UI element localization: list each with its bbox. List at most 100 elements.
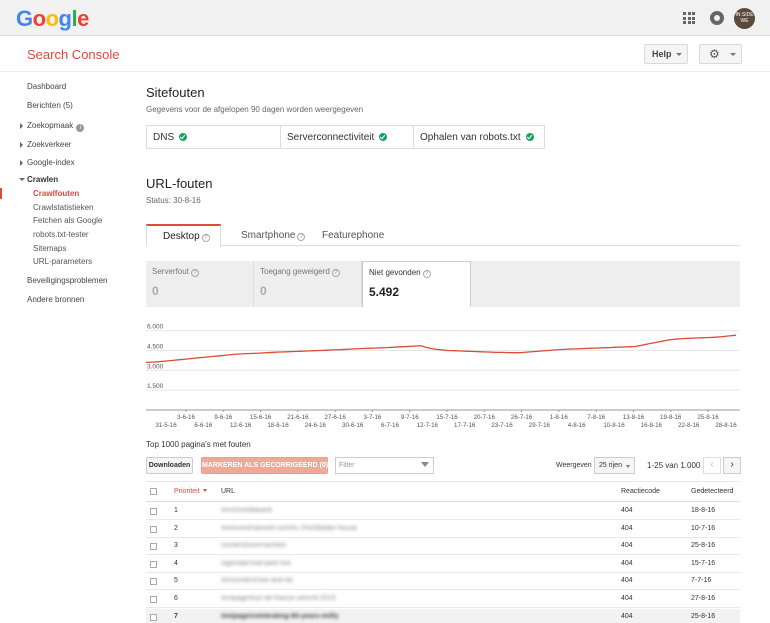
app-title[interactable]: Search Console — [27, 47, 120, 62]
url-cell[interactable]: /en/content/see-and-do — [221, 577, 293, 584]
row-checkbox[interactable] — [150, 543, 157, 551]
logo-letter: o — [32, 6, 46, 31]
status-cell-dns: DNS — [147, 126, 281, 148]
status-cell-server: Serverconnectiviteit — [281, 126, 414, 148]
row-checkbox[interactable] — [150, 578, 157, 586]
sidebar-item-other-resources[interactable]: Andere bronnen — [27, 295, 84, 304]
sidebar-subitem-crawl-errors[interactable]: Crawlfouten — [33, 189, 79, 198]
x-tick-label: 29-7-16 — [529, 422, 551, 428]
download-button[interactable]: Downloaden — [146, 457, 193, 474]
x-tick-label: 13-8-16 — [623, 414, 645, 421]
column-detected[interactable]: Gedetecteerd — [691, 488, 733, 495]
sidebar-subitem-sitemaps[interactable]: Sitemaps — [33, 244, 66, 253]
filter-input[interactable]: Filter — [335, 457, 434, 474]
y-tick-label: 6.000 — [147, 324, 164, 331]
column-response-code[interactable]: Reactiecode — [621, 488, 660, 495]
metric-access-denied[interactable]: Toegang geweigerd? 0 — [254, 261, 362, 307]
x-tick-label: 19-8-16 — [660, 414, 682, 421]
sidebar-subitem-crawl-stats[interactable]: Crawlstatistieken — [33, 203, 93, 212]
google-logo[interactable]: Google — [16, 6, 89, 32]
top-bar: Google IN SIDE WE — [0, 0, 770, 36]
table-row[interactable]: 4/agenda/rural-park-live 404 15-7-16 — [146, 556, 740, 573]
x-tick-label: 16-8-16 — [641, 422, 663, 428]
sidebar-subitem-url-parameters[interactable]: URL-parameters — [33, 257, 92, 266]
avatar[interactable]: IN SIDE WE — [734, 8, 755, 29]
priority-cell: 3 — [174, 542, 178, 550]
row-checkbox[interactable] — [150, 508, 157, 515]
chevron-right-icon — [20, 123, 23, 129]
logo-letter: g — [58, 6, 72, 31]
tab-label: Desktop — [163, 231, 200, 242]
url-cell[interactable]: /en/page/tour-de-france-utrecht-2015 — [221, 595, 336, 602]
notifications-icon[interactable] — [710, 11, 724, 25]
sidebar-item-google-index[interactable]: Google-index — [20, 158, 75, 167]
url-cell[interactable]: /agenda/rural-park-live — [221, 560, 291, 567]
rows-per-page-select[interactable]: 25 rijen — [594, 457, 635, 474]
url-cell[interactable]: /en/event/rahmeh-schrhc-2%20bilder-house — [221, 525, 357, 532]
table-row[interactable]: 3/content/overnachten 404 25-8-16 — [146, 538, 740, 556]
x-tick-label: 15-6-16 — [250, 414, 272, 421]
x-tick-label: 6-6-16 — [194, 422, 212, 428]
url-cell[interactable]: /en/x/mediabank — [221, 507, 272, 514]
mark-fixed-button[interactable]: MARKEREN ALS GECORRIGEERD (0) — [201, 457, 328, 474]
table-row[interactable]: 1/en/x/mediabank 404 18-8-16 — [146, 503, 740, 520]
metric-value: 5.492 — [369, 285, 400, 299]
column-priority[interactable]: Prioriteit — [174, 488, 207, 495]
metric-server-error[interactable]: Serverfout? 0 — [146, 261, 254, 307]
table-caption: Top 1000 pagina's met fouten — [146, 440, 251, 449]
sidebar-item-security-issues[interactable]: Beveiligingsproblemen — [27, 276, 108, 285]
column-url[interactable]: URL — [221, 488, 235, 495]
sidebar-item-dashboard[interactable]: Dashboard — [27, 82, 66, 91]
x-tick-label: 27-6-16 — [324, 414, 346, 421]
help-icon[interactable]: ? — [190, 269, 199, 277]
x-tick-label: 9-6-16 — [214, 414, 232, 421]
row-checkbox[interactable] — [150, 525, 157, 533]
row-checkbox[interactable] — [150, 596, 157, 603]
logo-letter: e — [77, 6, 89, 31]
rows-select-value: 25 rijen — [599, 462, 622, 469]
tab-desktop[interactable]: Desktop? — [146, 224, 221, 247]
table-row[interactable]: 7/en/page/celebrating-60-years-miffy 404 2… — [146, 608, 740, 623]
site-errors-subtitle: Gegevens voor de afgelopen 90 dagen word… — [146, 105, 364, 114]
app-header: Search Console Help ⚙ — [0, 36, 770, 72]
x-tick-label: 15-7-16 — [436, 414, 458, 421]
apps-grid-icon[interactable] — [683, 12, 695, 24]
x-tick-label: 3-6-16 — [177, 414, 195, 421]
sidebar-item-search-traffic[interactable]: Zoekverkeer — [20, 140, 72, 149]
help-icon[interactable]: ? — [297, 233, 306, 241]
help-icon[interactable]: ? — [422, 270, 431, 278]
detected-cell: 18-8-16 — [691, 507, 716, 514]
help-button[interactable]: Help — [644, 44, 688, 64]
sidebar-subitem-fetch-as-google[interactable]: Fetchen als Google — [33, 216, 102, 225]
metric-not-found[interactable]: Niet gevonden? 5.492 — [362, 261, 471, 307]
table-row[interactable]: 5/en/content/see-and-do 404 7-7-16 — [146, 573, 740, 591]
sidebar-item-label: Zoekverkeer — [27, 140, 72, 149]
row-checkbox[interactable] — [150, 560, 157, 568]
url-cell[interactable]: /en/page/celebrating-60-years-miffy — [221, 613, 339, 620]
sidebar-item-search-appearance[interactable]: Zoekopmaak i — [20, 121, 85, 132]
prev-page-button[interactable]: ‹ — [703, 457, 721, 474]
table-row[interactable]: 6/en/page/tour-de-france-utrecht-2015 404… — [146, 591, 740, 608]
x-tick-label: 10-8-16 — [603, 422, 625, 428]
url-cell[interactable]: /content/overnachten — [221, 542, 286, 549]
settings-button[interactable]: ⚙ — [699, 44, 742, 64]
tab-smartphone[interactable]: Smartphone? — [241, 224, 306, 246]
row-checkbox[interactable] — [150, 613, 157, 621]
next-page-button[interactable]: › — [723, 457, 741, 474]
tab-featurephone[interactable]: Featurephone — [322, 224, 384, 246]
info-icon[interactable]: i — [76, 124, 85, 132]
select-all-checkbox[interactable] — [150, 488, 157, 495]
table-row[interactable]: 2/en/event/rahmeh-schrhc-2%20bilder-hous… — [146, 521, 740, 538]
chevron-down-icon — [626, 465, 630, 468]
sidebar-item-messages[interactable]: Berichten (5) — [27, 101, 73, 110]
help-icon[interactable]: ? — [331, 269, 340, 277]
sidebar-subitem-robots-tester[interactable]: robots.txt-tester — [33, 230, 89, 239]
status-cell-robots: Ophalen van robots.txt — [414, 126, 544, 148]
line-chart: 6.000 4.500 3.000 1.500 3-6-16 9-6-16 15-6-16 2… — [146, 324, 740, 428]
priority-cell: 2 — [174, 524, 178, 532]
url-errors-title: URL-fouten — [146, 176, 213, 191]
detected-cell: 15-7-16 — [691, 559, 716, 567]
help-icon[interactable]: ? — [201, 234, 210, 242]
sidebar-item-crawl[interactable]: Crawlen — [19, 175, 58, 184]
metric-strip: Serverfout? 0 Toegang geweigerd? 0 Niet … — [146, 261, 740, 307]
